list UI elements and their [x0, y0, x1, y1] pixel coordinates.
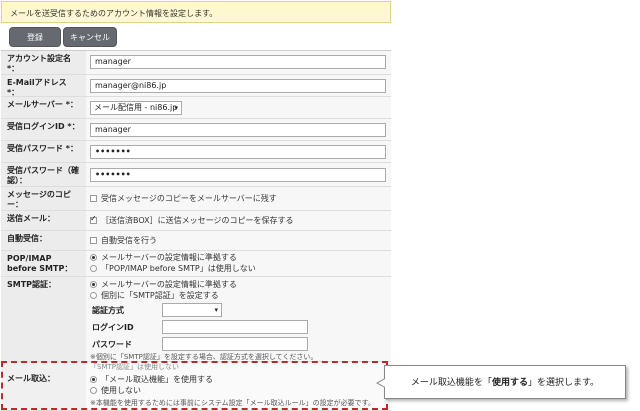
account-name-label: アカウント設定名 *： [1, 51, 86, 74]
row-mail-server: メールサーバー *： メール配信用 - ni86.jp ▾ [1, 97, 391, 119]
email-input[interactable]: manager@ni86.jp [90, 79, 386, 93]
password-label: 受信パスワード *： [1, 141, 86, 162]
pop-option-follow-server[interactable]: メールサーバーの設定情報に準拠する [90, 253, 237, 263]
password-input[interactable]: ••••••• [90, 145, 386, 159]
row-send-mail: 送信メール： ［送信済BOX］に送信メッセージのコピーを保存する [1, 211, 391, 231]
auto-receive-label: 自動受信： [1, 231, 86, 250]
email-label: E-Mailアドレス *： [1, 75, 86, 97]
cancel-button[interactable]: キャンセル [63, 27, 117, 47]
smtp-password-label: パスワード [92, 340, 132, 349]
pop-option-follow-server-label: メールサーバーの設定情報に準拠する [101, 253, 237, 262]
mail-server-selected: メール配信用 - ni86.jp [94, 103, 178, 112]
pop-option-none[interactable]: 「POP/IMAP before SMTP」は使用しない [90, 264, 256, 274]
smtp-password-input[interactable] [162, 337, 308, 351]
auto-receive-checkbox[interactable] [90, 237, 97, 244]
callout-suffix: 」を選択します。 [527, 378, 600, 388]
auto-receive-option-label: 自動受信を行う [101, 236, 157, 245]
copy-message-option-label: 受信メッセージのコピーをメールサーバーに残す [101, 194, 277, 203]
row-account-name: アカウント設定名 *： manager [1, 51, 391, 75]
smtp-option-individual-label: 個別に「SMTP認証」を設定する [101, 291, 219, 300]
row-login-id: 受信ログインID *： manager [1, 119, 391, 141]
row-smtp-auth: SMTP認証： メールサーバーの設定情報に準拠する 個別に「SMTP認証」を設定… [1, 277, 391, 362]
pop-radio-follow-server[interactable] [90, 254, 97, 261]
copy-message-option[interactable]: 受信メッセージのコピーをメールサーバーに残す [90, 194, 277, 204]
mail-server-label: メールサーバー *： [1, 97, 86, 118]
send-mail-label: 送信メール： [1, 211, 86, 230]
login-id-input[interactable]: manager [90, 123, 386, 137]
highlight-box [1, 361, 388, 410]
pop-before-smtp-label: POP/IMAP before SMTP： [1, 251, 86, 276]
smtp-auth-label: SMTP認証： [1, 277, 86, 361]
callout-prefix: メール取込機能を「 [410, 378, 492, 388]
row-password-confirm: 受信パスワード（確認）： ••••••• [1, 163, 391, 187]
copy-message-checkbox[interactable] [90, 195, 97, 202]
dropdown-arrow-icon: ▾ [174, 104, 178, 112]
info-message: メールを送受信するためのアカウント情報を設定します。 [1, 1, 391, 23]
account-name-input[interactable]: manager [90, 55, 386, 69]
smtp-option-individual[interactable]: 個別に「SMTP認証」を設定する [90, 291, 219, 301]
smtp-option-follow-server-label: メールサーバーの設定情報に準拠する [101, 280, 237, 289]
save-button[interactable]: 登録 [9, 27, 61, 47]
callout-bold: 使用する [491, 378, 528, 388]
auth-method-label: 認証方式 [92, 306, 124, 315]
row-auto-receive: 自動受信： 自動受信を行う [1, 231, 391, 251]
account-form: アカウント設定名 *： manager E-Mailアドレス *： manage… [1, 50, 391, 411]
smtp-login-id-label: ログインID [92, 323, 134, 332]
copy-message-label: メッセージのコピー： [1, 187, 86, 210]
send-mail-option[interactable]: ［送信済BOX］に送信メッセージのコピーを保存する [90, 214, 294, 226]
password-confirm-label: 受信パスワード（確認）： [1, 163, 86, 186]
mail-server-select[interactable]: メール配信用 - ni86.jp ▾ [90, 101, 182, 115]
dropdown-arrow-icon: ▾ [214, 306, 218, 314]
smtp-radio-follow-server[interactable] [90, 281, 97, 288]
auth-method-select[interactable]: ▾ [162, 303, 222, 317]
smtp-login-id-input[interactable] [162, 320, 308, 334]
send-mail-option-label: ［送信済BOX］に送信メッセージのコピーを保存する [101, 216, 294, 225]
pop-radio-none[interactable] [90, 265, 97, 272]
instruction-callout: メール取込機能を「使用する」を選択します。 [384, 365, 626, 399]
row-email: E-Mailアドレス *： manager@ni86.jp [1, 75, 391, 97]
smtp-option-follow-server[interactable]: メールサーバーの設定情報に準拠する [90, 280, 237, 290]
auto-receive-option[interactable]: 自動受信を行う [90, 236, 157, 246]
row-copy-message: メッセージのコピー： 受信メッセージのコピーをメールサーバーに残す [1, 187, 391, 211]
password-confirm-input[interactable]: ••••••• [90, 168, 386, 182]
smtp-radio-individual[interactable] [90, 292, 97, 299]
login-id-label: 受信ログインID *： [1, 119, 86, 140]
row-password: 受信パスワード *： ••••••• [1, 141, 391, 163]
send-mail-checkbox[interactable] [90, 214, 97, 224]
pop-option-none-label: 「POP/IMAP before SMTP」は使用しない [101, 264, 256, 273]
callout-pointer-inner [378, 379, 385, 387]
row-pop-before-smtp: POP/IMAP before SMTP： メールサーバーの設定情報に準拠する … [1, 251, 391, 277]
